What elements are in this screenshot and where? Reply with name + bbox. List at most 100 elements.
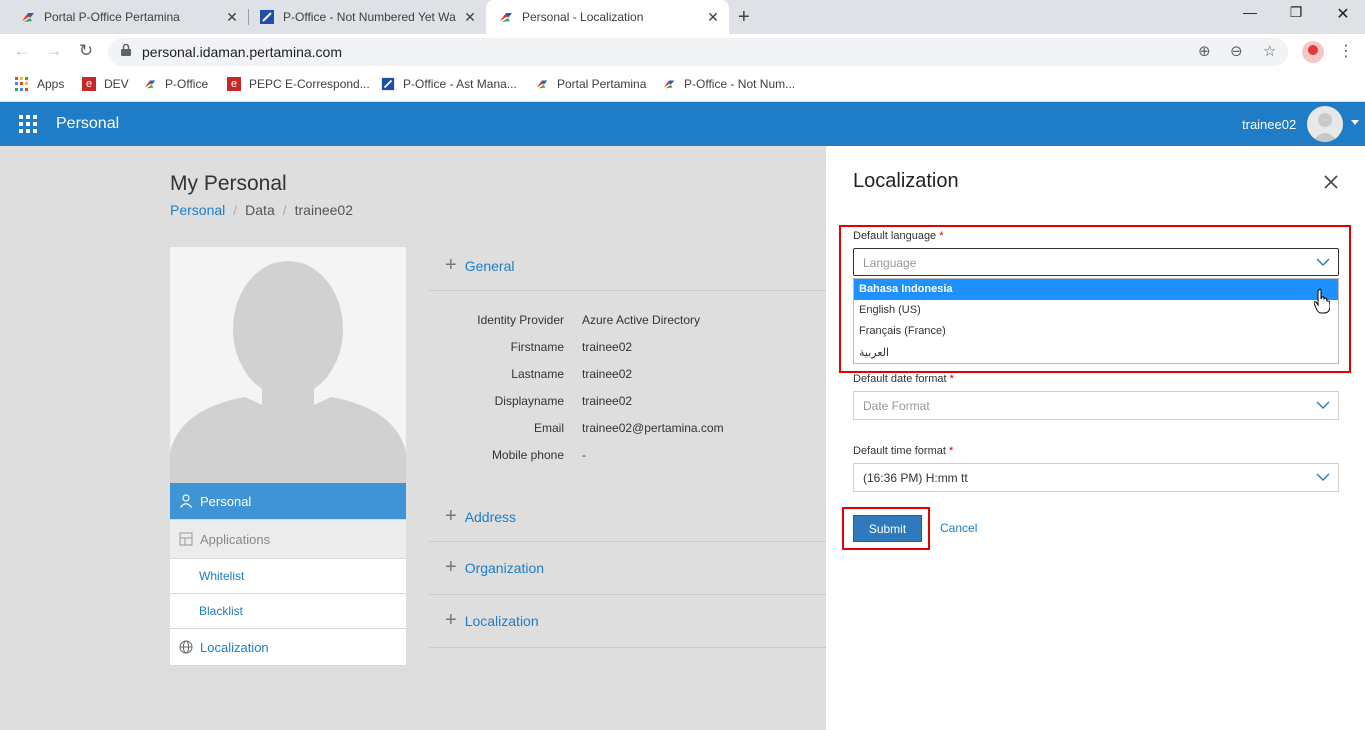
bookmark-dev[interactable]: e DEV	[82, 77, 129, 91]
menu-dots-icon[interactable]: ⋮	[1335, 41, 1357, 61]
cancel-link[interactable]: Cancel	[940, 521, 977, 535]
applications-icon	[179, 532, 193, 546]
bookmark-p-office[interactable]: P-Office	[143, 77, 208, 91]
url-text: personal.idaman.pertamina.com	[142, 44, 342, 60]
reload-icon[interactable]: ↻	[75, 41, 97, 61]
bookmark-star-icon[interactable]: ☆	[1263, 42, 1276, 60]
user-silhouette-icon	[1312, 113, 1338, 142]
bookmark-portal-pertamina[interactable]: Portal Pertamina	[535, 77, 646, 91]
breadcrumb-separator: /	[282, 202, 287, 218]
browser-tab[interactable]: P-Office - Not Numbered Yet Wa ✕	[248, 0, 486, 34]
time-format-select[interactable]: (16:36 PM) H:mm tt	[853, 463, 1339, 492]
bookmark-pepc[interactable]: e PEPC E-Correspond...	[227, 77, 370, 91]
chevron-down-icon	[1316, 258, 1330, 266]
profile-photo	[170, 247, 406, 483]
url-field[interactable]: personal.idaman.pertamina.com ⊕ ⊖ ☆	[108, 38, 1288, 66]
language-label: Default language *	[853, 230, 944, 242]
close-tab-icon[interactable]: ✕	[462, 9, 478, 26]
app-title: Personal	[56, 115, 120, 132]
properties-list: Identity Provider Azure Active Directory …	[429, 313, 829, 475]
property-row: Email trainee02@pertamina.com	[533, 421, 724, 435]
plus-icon: +	[445, 505, 457, 527]
new-tab-icon[interactable]: +	[738, 6, 750, 29]
date-format-select[interactable]: Date Format	[853, 391, 1339, 420]
section-address[interactable]: + Address	[429, 491, 849, 542]
section-localization[interactable]: + Localization	[429, 595, 849, 648]
lock-icon	[121, 44, 131, 56]
property-row: Identity Provider Azure Active Directory	[477, 313, 701, 327]
browser-tab[interactable]: Portal P-Office Pertamina ✕	[0, 0, 248, 34]
user-menu-caret-icon[interactable]	[1351, 120, 1359, 125]
side-nav: Personal Applications Whitelist Blacklis…	[170, 483, 406, 666]
plus-icon: +	[445, 609, 457, 631]
p-office-icon	[381, 77, 395, 91]
user-icon	[180, 494, 192, 508]
property-row: Lastname trainee02	[511, 367, 633, 381]
section-general[interactable]: + General	[429, 242, 849, 291]
back-arrow-icon[interactable]: ←	[11, 41, 33, 61]
restore-icon[interactable]: ❐	[1286, 4, 1306, 21]
close-window-icon[interactable]: ✕	[1333, 4, 1353, 24]
minimize-icon[interactable]: —	[1240, 4, 1260, 20]
user-silhouette-icon	[170, 261, 406, 483]
app-launcher-icon[interactable]	[19, 115, 37, 133]
breadcrumb-data: Data	[245, 202, 275, 218]
property-row: Mobile phone -	[491, 448, 586, 462]
language-option[interactable]: English (US)	[854, 300, 1338, 321]
language-option[interactable]: العربية	[854, 342, 1338, 363]
hand-cursor-icon	[1314, 288, 1330, 314]
breadcrumb-personal[interactable]: Personal	[170, 202, 225, 218]
time-format-label: Default time format *	[853, 445, 954, 457]
e-icon: e	[82, 77, 96, 91]
language-option[interactable]: Français (France)	[854, 321, 1338, 342]
section-organization[interactable]: + Organization	[429, 542, 849, 595]
bookmarks-bar: Apps e DEV P-Office e PEPC E-Correspond.…	[0, 70, 1365, 102]
chevron-down-icon	[1316, 401, 1330, 409]
sidenav-applications[interactable]: Applications	[170, 520, 406, 559]
language-option[interactable]: Bahasa Indonesia	[854, 279, 1338, 300]
user-name[interactable]: trainee02	[1242, 117, 1296, 132]
bookmark-p-office-not-num[interactable]: P-Office - Not Num...	[662, 77, 795, 91]
date-format-label: Default date format *	[853, 373, 954, 385]
breadcrumb-user: trainee02	[294, 202, 354, 218]
plus-icon: +	[445, 556, 457, 578]
add-icon[interactable]: ⊕	[1198, 42, 1211, 60]
panel-title: Localization	[853, 170, 959, 192]
pertamina-logo-icon	[500, 13, 512, 22]
forward-arrow-icon[interactable]: →	[43, 41, 65, 61]
submit-button[interactable]: Submit	[853, 515, 922, 542]
browser-tab-strip: Portal P-Office Pertamina ✕ P-Office - N…	[0, 0, 1365, 34]
breadcrumb-separator: /	[233, 202, 238, 218]
pertamina-logo-icon	[663, 80, 675, 89]
sidenav-blacklist[interactable]: Blacklist	[170, 594, 406, 629]
sidenav-personal[interactable]: Personal	[170, 483, 406, 520]
sidenav-localization[interactable]: Localization	[170, 629, 406, 666]
property-row: Displayname trainee02	[494, 394, 633, 408]
property-row: Firstname trainee02	[510, 340, 633, 354]
apps-grid-icon	[15, 77, 29, 91]
close-tab-icon[interactable]: ✕	[224, 9, 240, 26]
close-icon[interactable]	[1323, 174, 1339, 190]
globe-icon	[179, 640, 193, 654]
zoom-out-icon[interactable]: ⊖	[1230, 42, 1243, 60]
app-header: Personal trainee02	[0, 102, 1365, 146]
pertamina-logo-icon	[22, 13, 34, 22]
bookmark-apps[interactable]: Apps	[15, 77, 64, 91]
localization-panel: Localization Default language * Language…	[826, 146, 1365, 730]
sidenav-whitelist[interactable]: Whitelist	[170, 559, 406, 594]
profile-avatar-icon[interactable]	[1302, 41, 1324, 63]
avatar[interactable]	[1307, 106, 1343, 142]
close-tab-icon[interactable]: ✕	[705, 9, 721, 26]
pertamina-logo-icon	[536, 80, 548, 89]
page-title: My Personal	[170, 172, 287, 195]
breadcrumb: Personal / Data / trainee02	[170, 202, 353, 218]
chevron-down-icon	[1316, 473, 1330, 481]
address-bar: ← → ↻ personal.idaman.pertamina.com ⊕ ⊖ …	[0, 34, 1365, 70]
language-select[interactable]: Language	[853, 248, 1339, 276]
bookmark-p-office-ast[interactable]: P-Office - Ast Mana...	[381, 77, 517, 91]
e-icon: e	[227, 77, 241, 91]
pertamina-logo-icon	[144, 80, 156, 89]
p-office-icon	[260, 10, 274, 24]
browser-tab-active[interactable]: Personal - Localization ✕	[486, 0, 729, 34]
language-dropdown: Bahasa Indonesia English (US) Français (…	[853, 278, 1339, 364]
